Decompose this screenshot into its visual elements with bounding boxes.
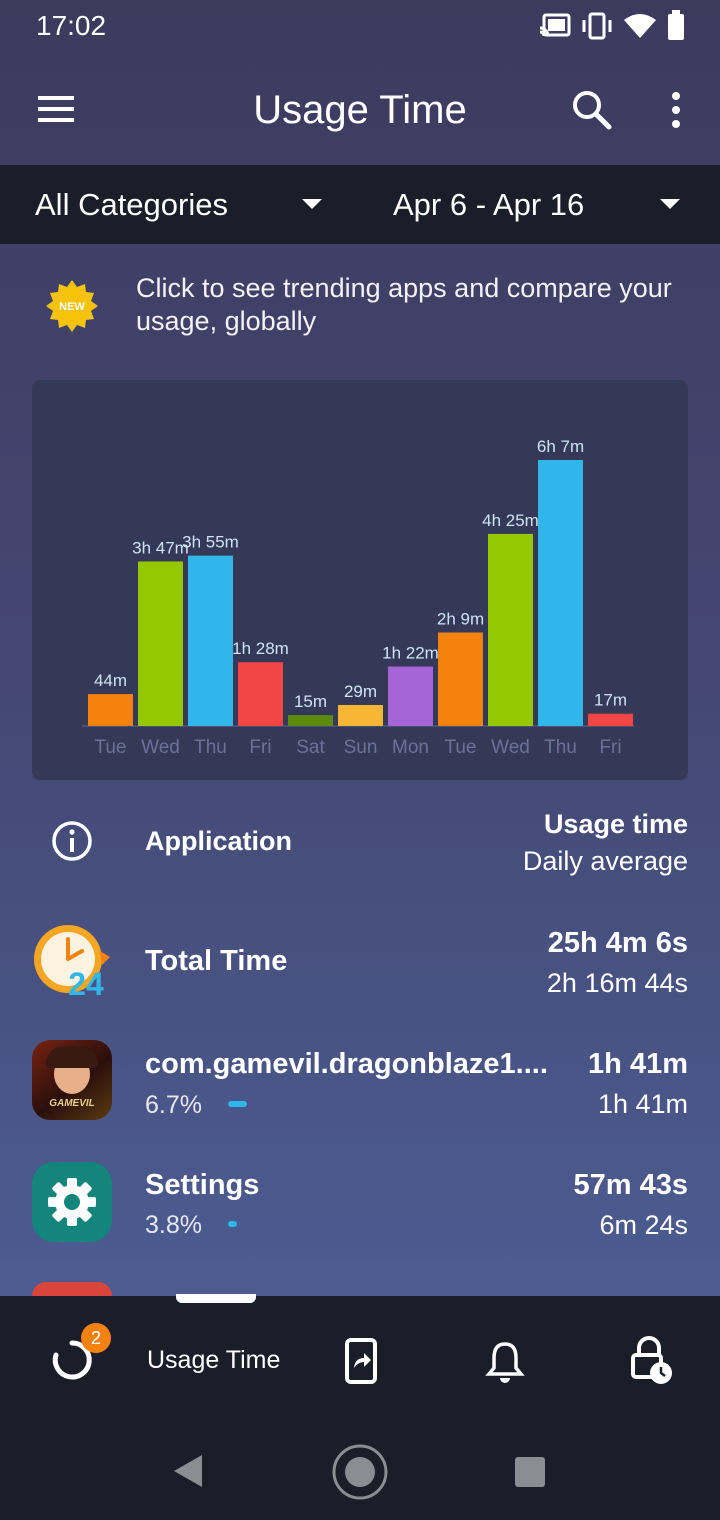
recents-icon[interactable] [513, 1455, 547, 1489]
usage-time-header: Usage time [543, 809, 688, 839]
character-hair [46, 1046, 98, 1068]
bar-value-label-2: 3h 55m [182, 533, 239, 552]
promo-text[interactable]: Click to see trending apps and compare y… [136, 272, 696, 338]
cast-icon [539, 13, 571, 37]
bar-4[interactable] [288, 715, 333, 726]
bar-8[interactable] [488, 533, 533, 726]
app-total-settings: 57m 43s [573, 1169, 689, 1201]
vibrate-icon [582, 12, 612, 40]
info-icon[interactable] [50, 819, 94, 863]
app-icon-dragonblaze[interactable]: GAMEVIL [32, 1040, 112, 1120]
app-average-dragonblaze: 1h 41m [597, 1089, 688, 1119]
app-average-settings: 6m 24s [599, 1210, 688, 1240]
app-name-dragonblaze[interactable]: com.gamevil.dragonblaze1.... [145, 1048, 570, 1081]
bar-5[interactable] [338, 704, 383, 726]
x-tick-label-8: Wed [491, 737, 530, 758]
battery-icon [668, 10, 684, 40]
bar-value-label-7: 2h 9m [437, 610, 484, 629]
search-icon[interactable] [570, 88, 614, 132]
bar-9[interactable] [538, 460, 583, 726]
bar-0[interactable] [88, 694, 133, 726]
bar-value-label-1: 3h 47m [132, 538, 189, 557]
usage-bar-chart[interactable]: 44m Tue 3h 47m Wed 3h 55m Thu 1h 28m Fri 15m Sat 2… [32, 380, 688, 780]
x-tick-label-10: Fri [599, 737, 621, 758]
app-percent-settings: 3.8% [145, 1211, 202, 1239]
x-tick-label-2: Thu [194, 737, 227, 758]
app-name-settings[interactable]: Settings [145, 1169, 259, 1202]
bar-10[interactable] [588, 713, 633, 726]
x-tick-label-7: Tue [444, 737, 476, 758]
gamevil-logo-text: GAMEVIL [49, 1098, 95, 1109]
svg-text:24: 24 [68, 966, 104, 1001]
app-icon-partial [32, 1282, 112, 1296]
active-tab-indicator [176, 1294, 256, 1303]
app-icon-settings[interactable] [32, 1162, 112, 1242]
chart-card[interactable]: 44m Tue 3h 47m Wed 3h 55m Thu 1h 28m Fri 15m Sat 2… [32, 380, 688, 780]
bell-icon[interactable] [484, 1338, 526, 1384]
new-badge-icon[interactable]: NEW [44, 278, 100, 334]
phone-share-icon[interactable] [344, 1338, 378, 1384]
total-time-clock-icon: 24 [34, 925, 110, 1001]
home-icon[interactable] [330, 1442, 390, 1502]
bar-value-label-10: 17m [594, 691, 627, 710]
back-icon[interactable] [170, 1453, 206, 1489]
bar-value-label-4: 15m [294, 692, 327, 711]
new-badge-text: NEW [59, 301, 85, 313]
wifi-icon [624, 14, 656, 38]
bar-value-label-6: 1h 22m [382, 644, 439, 663]
total-time-average: 2h 16m 44s [546, 968, 688, 998]
bar-value-label-5: 29m [344, 682, 377, 701]
daily-average-header: Daily average [522, 846, 688, 876]
category-dropdown-arrow-icon[interactable] [300, 196, 324, 212]
status-bar: 17:02 [0, 0, 720, 56]
notification-badge: 2 [81, 1323, 111, 1353]
total-time-value: 25h 4m 6s [547, 927, 688, 959]
app-total-dragonblaze: 1h 41m [588, 1048, 688, 1080]
date-range-dropdown-arrow-icon[interactable] [658, 196, 682, 212]
nav-label-usage-time[interactable]: Usage Time [147, 1346, 280, 1375]
bar-value-label-3: 1h 28m [232, 639, 289, 658]
bar-7[interactable] [438, 632, 483, 726]
usage-share-bar-dragonblaze [228, 1101, 247, 1107]
x-tick-label-0: Tue [94, 737, 126, 758]
x-tick-label-9: Thu [544, 737, 577, 758]
app-percent-dragonblaze: 6.7% [145, 1091, 202, 1119]
bar-6[interactable] [388, 666, 433, 726]
settings-gear-icon [48, 1178, 96, 1226]
status-time: 17:02 [36, 10, 107, 41]
total-time-label: Total Time [145, 945, 288, 977]
bar-value-label-0: 44m [94, 671, 127, 690]
bar-value-label-9: 6h 7m [537, 437, 584, 456]
x-tick-label-4: Sat [296, 737, 325, 758]
bar-2[interactable] [188, 555, 233, 726]
x-tick-label-6: Mon [392, 737, 429, 758]
lock-timer-icon[interactable] [628, 1336, 674, 1386]
date-range-dropdown[interactable]: Apr 6 - Apr 16 [393, 187, 584, 223]
more-options-icon[interactable] [664, 88, 688, 132]
bar-1[interactable] [138, 561, 183, 726]
usage-share-bar-settings [228, 1221, 237, 1227]
x-tick-label-5: Sun [344, 737, 378, 758]
bar-3[interactable] [238, 662, 283, 726]
x-tick-label-1: Wed [141, 737, 180, 758]
category-dropdown[interactable]: All Categories [35, 187, 228, 223]
bar-value-label-8: 4h 25m [482, 511, 539, 530]
application-header: Application [145, 826, 292, 856]
x-tick-label-3: Fri [249, 737, 271, 758]
